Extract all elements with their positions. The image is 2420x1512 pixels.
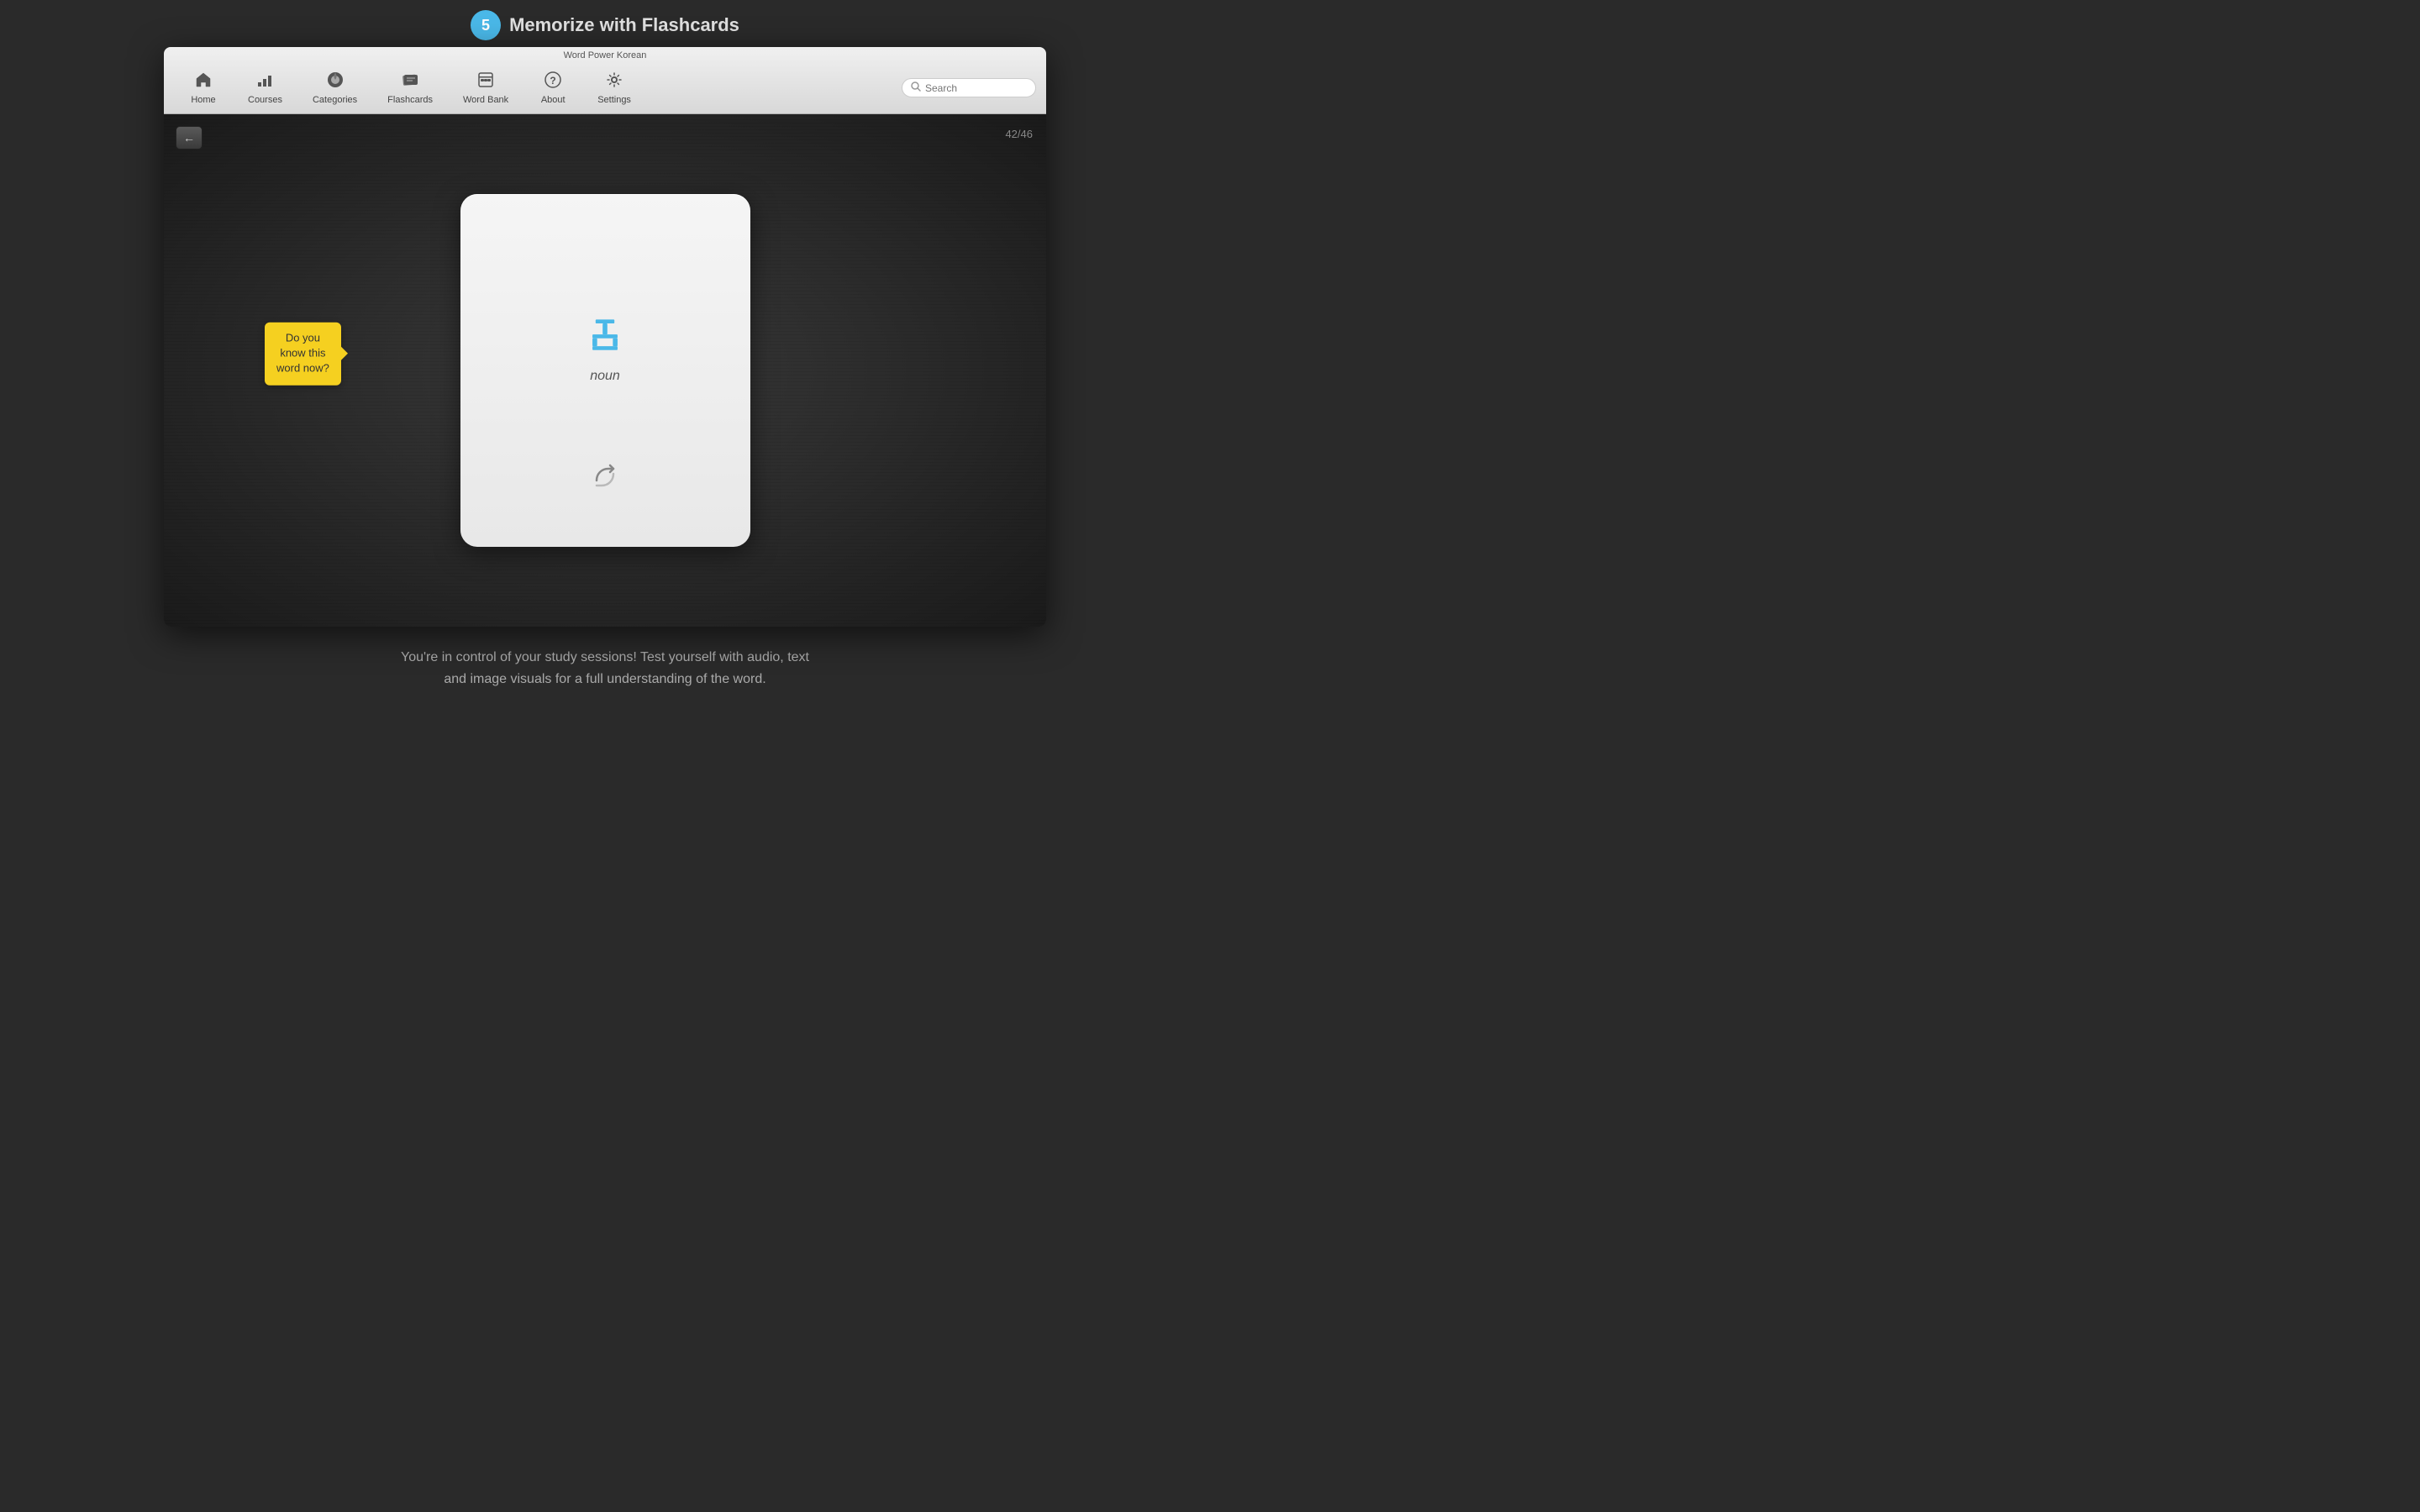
nav-settings-label: Settings xyxy=(597,95,631,105)
nav-home[interactable]: Home xyxy=(174,67,233,108)
settings-icon xyxy=(605,71,623,92)
app-window: Word Power Korean Home C xyxy=(164,47,1046,627)
toolbar: Word Power Korean Home C xyxy=(164,47,1046,114)
nav-home-label: Home xyxy=(191,95,215,105)
footer-description: You're in control of your study sessions… xyxy=(0,627,1210,710)
page-title: Memorize with Flashcards xyxy=(509,14,739,36)
nav-categories[interactable]: Categories xyxy=(297,67,372,108)
flip-icon[interactable] xyxy=(592,464,618,496)
nav-flashcards-label: Flashcards xyxy=(387,95,433,105)
part-of-speech: noun xyxy=(590,369,620,384)
nav-flashcards[interactable]: Flashcards xyxy=(372,67,448,108)
nav-about-label: About xyxy=(541,95,566,105)
toolbar-items: Home Courses xyxy=(164,62,1046,113)
nav-wordbank-label: Word Bank xyxy=(463,95,508,105)
nav-courses-label: Courses xyxy=(248,95,282,105)
wordbank-icon xyxy=(476,71,495,92)
flashcards-icon xyxy=(401,71,419,92)
flashcard[interactable]: noun xyxy=(460,194,750,547)
nav-categories-label: Categories xyxy=(313,95,357,105)
categories-icon xyxy=(326,71,345,92)
about-icon: ? xyxy=(544,71,562,92)
courses-icon xyxy=(255,71,274,92)
korean-character-icon xyxy=(581,312,629,359)
card-top: noun xyxy=(581,244,629,450)
svg-text:?: ? xyxy=(550,75,556,87)
card-bottom xyxy=(592,464,618,496)
toolbar-app-title: Word Power Korean xyxy=(164,47,1046,62)
back-button[interactable]: ← xyxy=(176,126,203,150)
nav-settings[interactable]: Settings xyxy=(582,67,646,108)
footer-text: You're in control of your study sessions… xyxy=(401,650,809,686)
nav-wordbank[interactable]: Word Bank xyxy=(448,67,523,108)
nav-about[interactable]: ? About xyxy=(523,67,582,108)
app-badge: 5 xyxy=(471,10,501,40)
home-icon xyxy=(194,71,213,92)
search-icon xyxy=(911,81,921,94)
title-bar: 5 Memorize with Flashcards xyxy=(0,0,1210,47)
search-box[interactable] xyxy=(902,78,1036,97)
tooltip-text: Do youknow thisword now? xyxy=(276,332,329,375)
content-area: ← 42/46 Do youknow thisword now? xyxy=(164,114,1046,627)
back-arrow-icon: ← xyxy=(183,131,195,144)
nav-courses[interactable]: Courses xyxy=(233,67,297,108)
card-counter: 42/46 xyxy=(1005,128,1033,140)
search-input[interactable] xyxy=(925,82,1026,94)
tooltip-bubble: Do youknow thisword now? xyxy=(265,323,341,386)
